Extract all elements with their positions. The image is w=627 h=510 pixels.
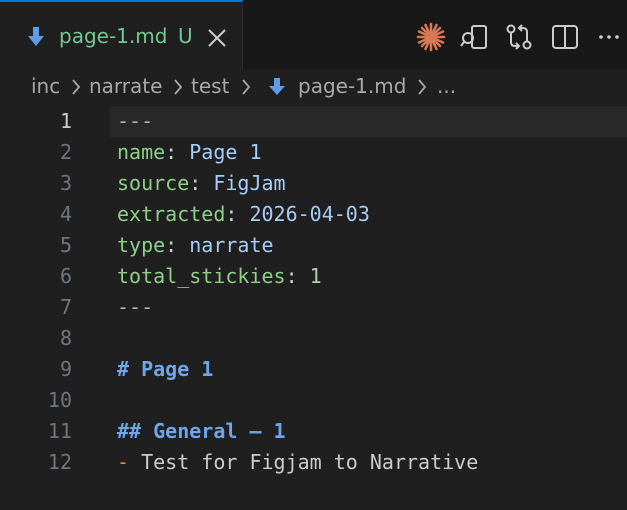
editor-window: page-1.md U inc narrate test page-1.md .…: [0, 0, 627, 510]
line-number: 9: [59, 357, 72, 381]
markdown-download-icon: [268, 77, 286, 97]
code-text: ---: [117, 106, 153, 137]
code-text: - Test for Figjam to Narrative: [117, 447, 478, 478]
code-token: 1: [309, 264, 322, 288]
code-token: :: [165, 140, 190, 164]
code-token: 2026-04-03: [249, 202, 370, 226]
code-token: name: [117, 140, 166, 164]
line-number: 5: [59, 233, 72, 257]
close-icon[interactable]: [205, 26, 229, 50]
editor-actions: [410, 20, 627, 54]
breadcrumb-item-inc[interactable]: inc: [31, 74, 60, 98]
code-line[interactable]: 10: [0, 385, 627, 416]
claude-icon[interactable]: [414, 20, 448, 54]
code-line[interactable]: 4 extracted: 2026-04-03: [0, 199, 627, 230]
code-token: extracted: [117, 202, 226, 226]
chevron-right-icon: [416, 77, 428, 95]
code-token: ---: [117, 295, 154, 319]
line-number: 7: [59, 295, 72, 319]
code-line[interactable]: 3 source: FigJam: [0, 168, 627, 199]
breadcrumb-item-file[interactable]: page-1.md: [298, 74, 406, 98]
code-line[interactable]: 6 total_stickies: 1: [0, 261, 627, 292]
code-token: FigJam: [213, 171, 286, 195]
markdown-download-icon: [27, 26, 45, 48]
code-text: type: narrate: [117, 230, 274, 261]
code-token: Test for Figjam to Narrative: [129, 450, 479, 474]
breadcrumb-item-narrate[interactable]: narrate: [89, 74, 162, 98]
code-line[interactable]: 12 - Test for Figjam to Narrative: [0, 447, 627, 478]
code-token: -: [117, 450, 130, 474]
code-text: ## General — 1: [117, 416, 286, 447]
code-token: ---: [117, 109, 154, 133]
code-line[interactable]: 9 # Page 1: [0, 354, 627, 385]
line-number: 4: [59, 202, 72, 226]
code-line[interactable]: 7 ---: [0, 292, 627, 323]
code-editor[interactable]: 1 --- 2 name: Page 1 3 source: FigJam 4 extract…: [0, 104, 627, 510]
line-number: 1: [59, 109, 72, 133]
code-text: extracted: 2026-04-03: [117, 199, 370, 230]
line-number: 3: [59, 171, 72, 195]
more-actions-icon[interactable]: [592, 20, 626, 54]
code-token: narrate: [189, 233, 274, 257]
code-line[interactable]: 8: [0, 323, 627, 354]
code-token: :: [285, 264, 310, 288]
line-number: 8: [59, 326, 72, 350]
open-preview-icon[interactable]: [458, 20, 492, 54]
chevron-right-icon: [240, 77, 252, 95]
line-number: 2: [59, 140, 72, 164]
code-text: total_stickies: 1: [117, 261, 322, 292]
tab-label: page-1.md: [59, 24, 168, 48]
untracked-badge: U: [178, 24, 193, 48]
code-line[interactable]: 1 ---: [0, 106, 627, 137]
chevron-right-icon: [172, 77, 184, 95]
split-editor-icon[interactable]: [548, 20, 582, 54]
breadcrumb-item-test[interactable]: test: [191, 74, 229, 98]
line-number: 11: [47, 419, 72, 443]
code-line[interactable]: 11 ## General — 1: [0, 416, 627, 447]
breadcrumb: inc narrate test page-1.md ...: [0, 70, 627, 104]
line-number: 6: [59, 264, 72, 288]
code-token: source: [117, 171, 190, 195]
code-text: name: Page 1: [117, 137, 262, 168]
code-token: type: [117, 233, 166, 257]
code-token: ## General — 1: [117, 419, 286, 443]
code-text: source: FigJam: [117, 168, 286, 199]
line-number: 10: [47, 388, 72, 412]
code-token: Page 1: [189, 140, 262, 164]
code-text: ---: [117, 292, 153, 323]
code-token: :: [165, 233, 190, 257]
chevron-right-icon: [70, 77, 82, 95]
code-token: # Page 1: [117, 357, 214, 381]
code-text: # Page 1: [117, 354, 213, 385]
code-line[interactable]: 2 name: Page 1: [0, 137, 627, 168]
tab-page-1-md[interactable]: page-1.md U: [0, 0, 243, 70]
code-token: :: [225, 202, 250, 226]
code-line[interactable]: 5 type: narrate: [0, 230, 627, 261]
breadcrumb-item-symbols[interactable]: ...: [437, 74, 456, 98]
line-number: 12: [47, 450, 72, 474]
code-token: total_stickies: [117, 264, 286, 288]
code-token: :: [189, 171, 214, 195]
compare-changes-icon[interactable]: [502, 20, 536, 54]
tab-bar: page-1.md U: [0, 0, 627, 70]
